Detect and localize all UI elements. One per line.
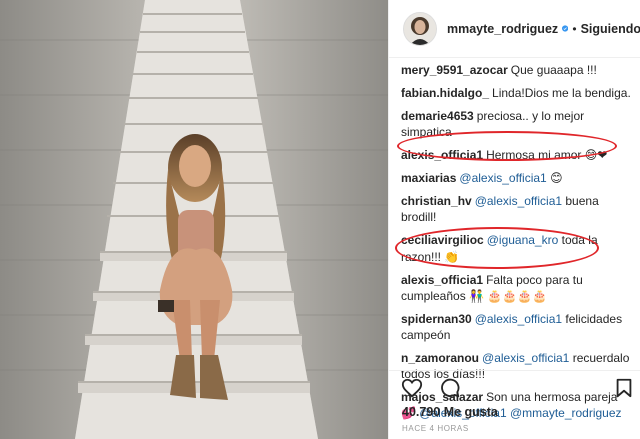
- post-header: mmayte_rodriguez • Siguiendo: [389, 0, 640, 58]
- comment-item: demarie4653 preciosa.. y lo mejor simpati…: [401, 108, 631, 140]
- comment-mention[interactable]: @alexis_officia1: [475, 194, 562, 208]
- post-timestamp: HACE 4 HORAS: [402, 424, 469, 433]
- verified-icon: [562, 25, 569, 32]
- comment-username[interactable]: alexis_officia1: [401, 148, 483, 162]
- comment-username[interactable]: mery_9591_azocar: [401, 63, 508, 77]
- comment-item: maxiarias @alexis_officia1 😊: [401, 170, 631, 186]
- comment-icon[interactable]: [439, 377, 461, 399]
- comment-item: alexis_officia1 Falta poco para tu cumple…: [401, 272, 631, 304]
- comment-item: spidernan30 @alexis_officia1 felicidades …: [401, 311, 631, 343]
- heart-icon[interactable]: [401, 377, 423, 399]
- bookmark-icon[interactable]: [613, 377, 635, 399]
- post-actions-bar: [389, 370, 640, 404]
- comment-mention[interactable]: @mmayte_rodriguez: [510, 406, 622, 420]
- comment-username[interactable]: spidernan30: [401, 312, 472, 326]
- comment-username[interactable]: alexis_officia1: [401, 273, 483, 287]
- comment-username[interactable]: n_zamoranou: [401, 351, 479, 365]
- comment-mention[interactable]: @iguana_kro: [487, 233, 559, 247]
- comment-item: christian_hv @alexis_officia1 buena brodi…: [401, 193, 631, 225]
- comment-username[interactable]: christian_hv: [401, 194, 472, 208]
- separator-dot: •: [572, 21, 577, 36]
- following-button[interactable]: Siguiendo: [581, 22, 640, 36]
- comment-username[interactable]: maxiarias: [401, 171, 456, 185]
- comment-mention[interactable]: @alexis_officia1: [482, 351, 569, 365]
- comment-text: 😊: [546, 171, 563, 186]
- comment-item: alexis_officia1 Hermosa mi amor 😊❤: [401, 147, 631, 163]
- comment-mention[interactable]: @alexis_officia1: [459, 171, 546, 185]
- post-photo[interactable]: [0, 0, 388, 439]
- post-username[interactable]: mmayte_rodriguez: [447, 22, 558, 36]
- comment-username[interactable]: fabian.hidalgo_: [401, 86, 489, 100]
- comment-username[interactable]: ceciliavirgilioc: [401, 233, 484, 247]
- comment-item: ceciliavirgilioc @iguana_kro toda la razo…: [401, 232, 631, 264]
- comment-item: fabian.hidalgo_ Linda!Dios me la bendiga.: [401, 85, 631, 101]
- avatar[interactable]: [403, 11, 437, 46]
- comment-text: Linda!Dios me la bendiga.: [492, 86, 631, 100]
- like-count[interactable]: 40.790 Me gusta: [402, 405, 498, 419]
- comment-text: Que guaaapa !!!: [510, 63, 597, 77]
- comment-username[interactable]: demarie4653: [401, 109, 474, 123]
- comment-text: Hermosa mi amor 😊❤: [486, 148, 608, 163]
- stairs-photo-illustration: [0, 0, 388, 439]
- comment-mention[interactable]: @alexis_officia1: [475, 312, 562, 326]
- post-details-panel: mmayte_rodriguez • Siguiendo mery_9591_a…: [388, 0, 640, 439]
- comment-item: mery_9591_azocar Que guaaapa !!!: [401, 62, 631, 78]
